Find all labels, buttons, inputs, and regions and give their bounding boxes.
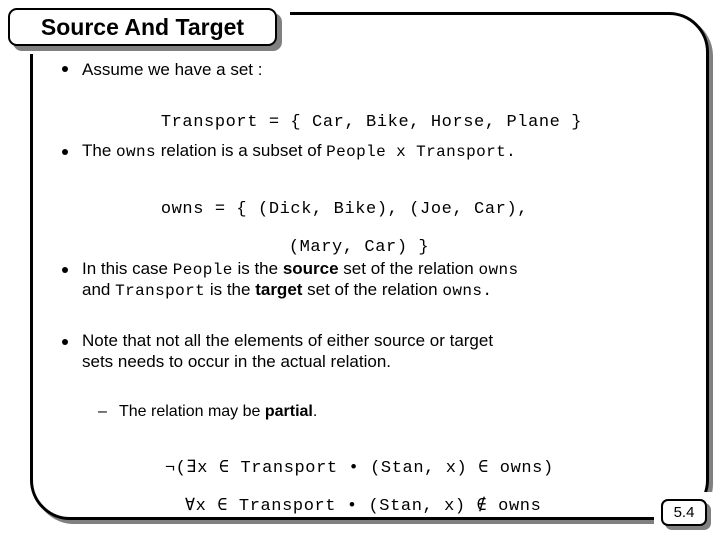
- bullet-4-label-line-1: Note that not all the elements of either…: [82, 331, 494, 350]
- code-transport-definition: Transport = { Car, Bike, Horse, Plane }: [160, 113, 583, 132]
- sub-bullet-part-relation-may-be: The relation may be: [119, 403, 265, 420]
- bullet-4-label-line-2: sets needs to occur in the actual relati…: [82, 352, 392, 371]
- bullet-text-3-line-1: In this case People is the source set of…: [82, 259, 518, 280]
- bullet-marker-2: [62, 149, 68, 155]
- bullet-text-3-line-2: and Transport is the target set of the r…: [82, 280, 492, 301]
- title-box: Source And Target: [8, 8, 277, 46]
- bullet-2-part-relation: relation is a subset of: [156, 141, 327, 160]
- bullet-text-4-line-2: sets needs to occur in the actual relati…: [82, 352, 391, 372]
- bullet-3-part-in-this-case: In this case: [82, 259, 173, 278]
- sub-bullet-part-partial: partial: [264, 403, 313, 420]
- bullet-3-part-source: source: [282, 259, 339, 278]
- formula-forall: ∀x ∈ Transport • (Stan, x) ∉ owns: [184, 497, 542, 516]
- bullet-2-part-the: The: [82, 141, 117, 160]
- bullet-3b-part-is-the: is the: [205, 280, 256, 299]
- page-number: 5.4: [673, 504, 695, 521]
- slide-canvas: Source And Target Assume we have a set :…: [0, 0, 720, 540]
- bullet-3-part-is-the: is the: [232, 259, 283, 278]
- formula-line-2: ∀x ∈ Transport • (Stan, x) ∉ owns: [120, 476, 541, 535]
- bullet-marker-3: [62, 267, 68, 273]
- code-owns-definition-line-1: owns = { (Dick, Bike), (Joe, Car),: [160, 200, 529, 219]
- bullet-3-part-people: People: [172, 261, 233, 279]
- bullet-3b-part-and: and: [82, 280, 116, 299]
- page-title: Source And Target: [40, 13, 245, 40]
- bullet-3b-part-set-of-relation: set of the relation: [302, 280, 443, 299]
- bullet-text-1: Assume we have a set :: [82, 60, 262, 80]
- sub-bullet-marker: –: [98, 403, 107, 421]
- slide-content: Assume we have a set : Transport = { Car…: [0, 52, 712, 516]
- bullet-text-4-line-1: Note that not all the elements of either…: [82, 331, 493, 351]
- sub-bullet-text: The relation may be partial.: [119, 403, 317, 421]
- bullet-marker-1: [62, 66, 68, 72]
- sub-bullet-dash: –: [98, 403, 107, 420]
- sub-bullet-part-period: .: [312, 403, 318, 420]
- bullet-2-part-people-x-transport: People x Transport.: [326, 143, 517, 161]
- bullet-3b-part-owns: owns.: [442, 282, 493, 300]
- bullet-3b-part-target: target: [255, 280, 303, 299]
- code-owns-definition-line-2: (Mary, Car) }: [288, 238, 430, 257]
- bullet-2-part-owns: owns: [116, 143, 157, 161]
- bullet-3-part-set-of-relation: set of the relation: [338, 259, 479, 278]
- bullet-text-2: The owns relation is a subset of People …: [82, 141, 516, 162]
- bullet-marker-4: [62, 339, 68, 345]
- page-number-box: 5.4: [661, 499, 707, 526]
- bullet-3b-part-transport: Transport: [115, 282, 206, 300]
- bullet-1-label: Assume we have a set :: [82, 60, 263, 79]
- bullet-3-part-owns: owns: [478, 261, 519, 279]
